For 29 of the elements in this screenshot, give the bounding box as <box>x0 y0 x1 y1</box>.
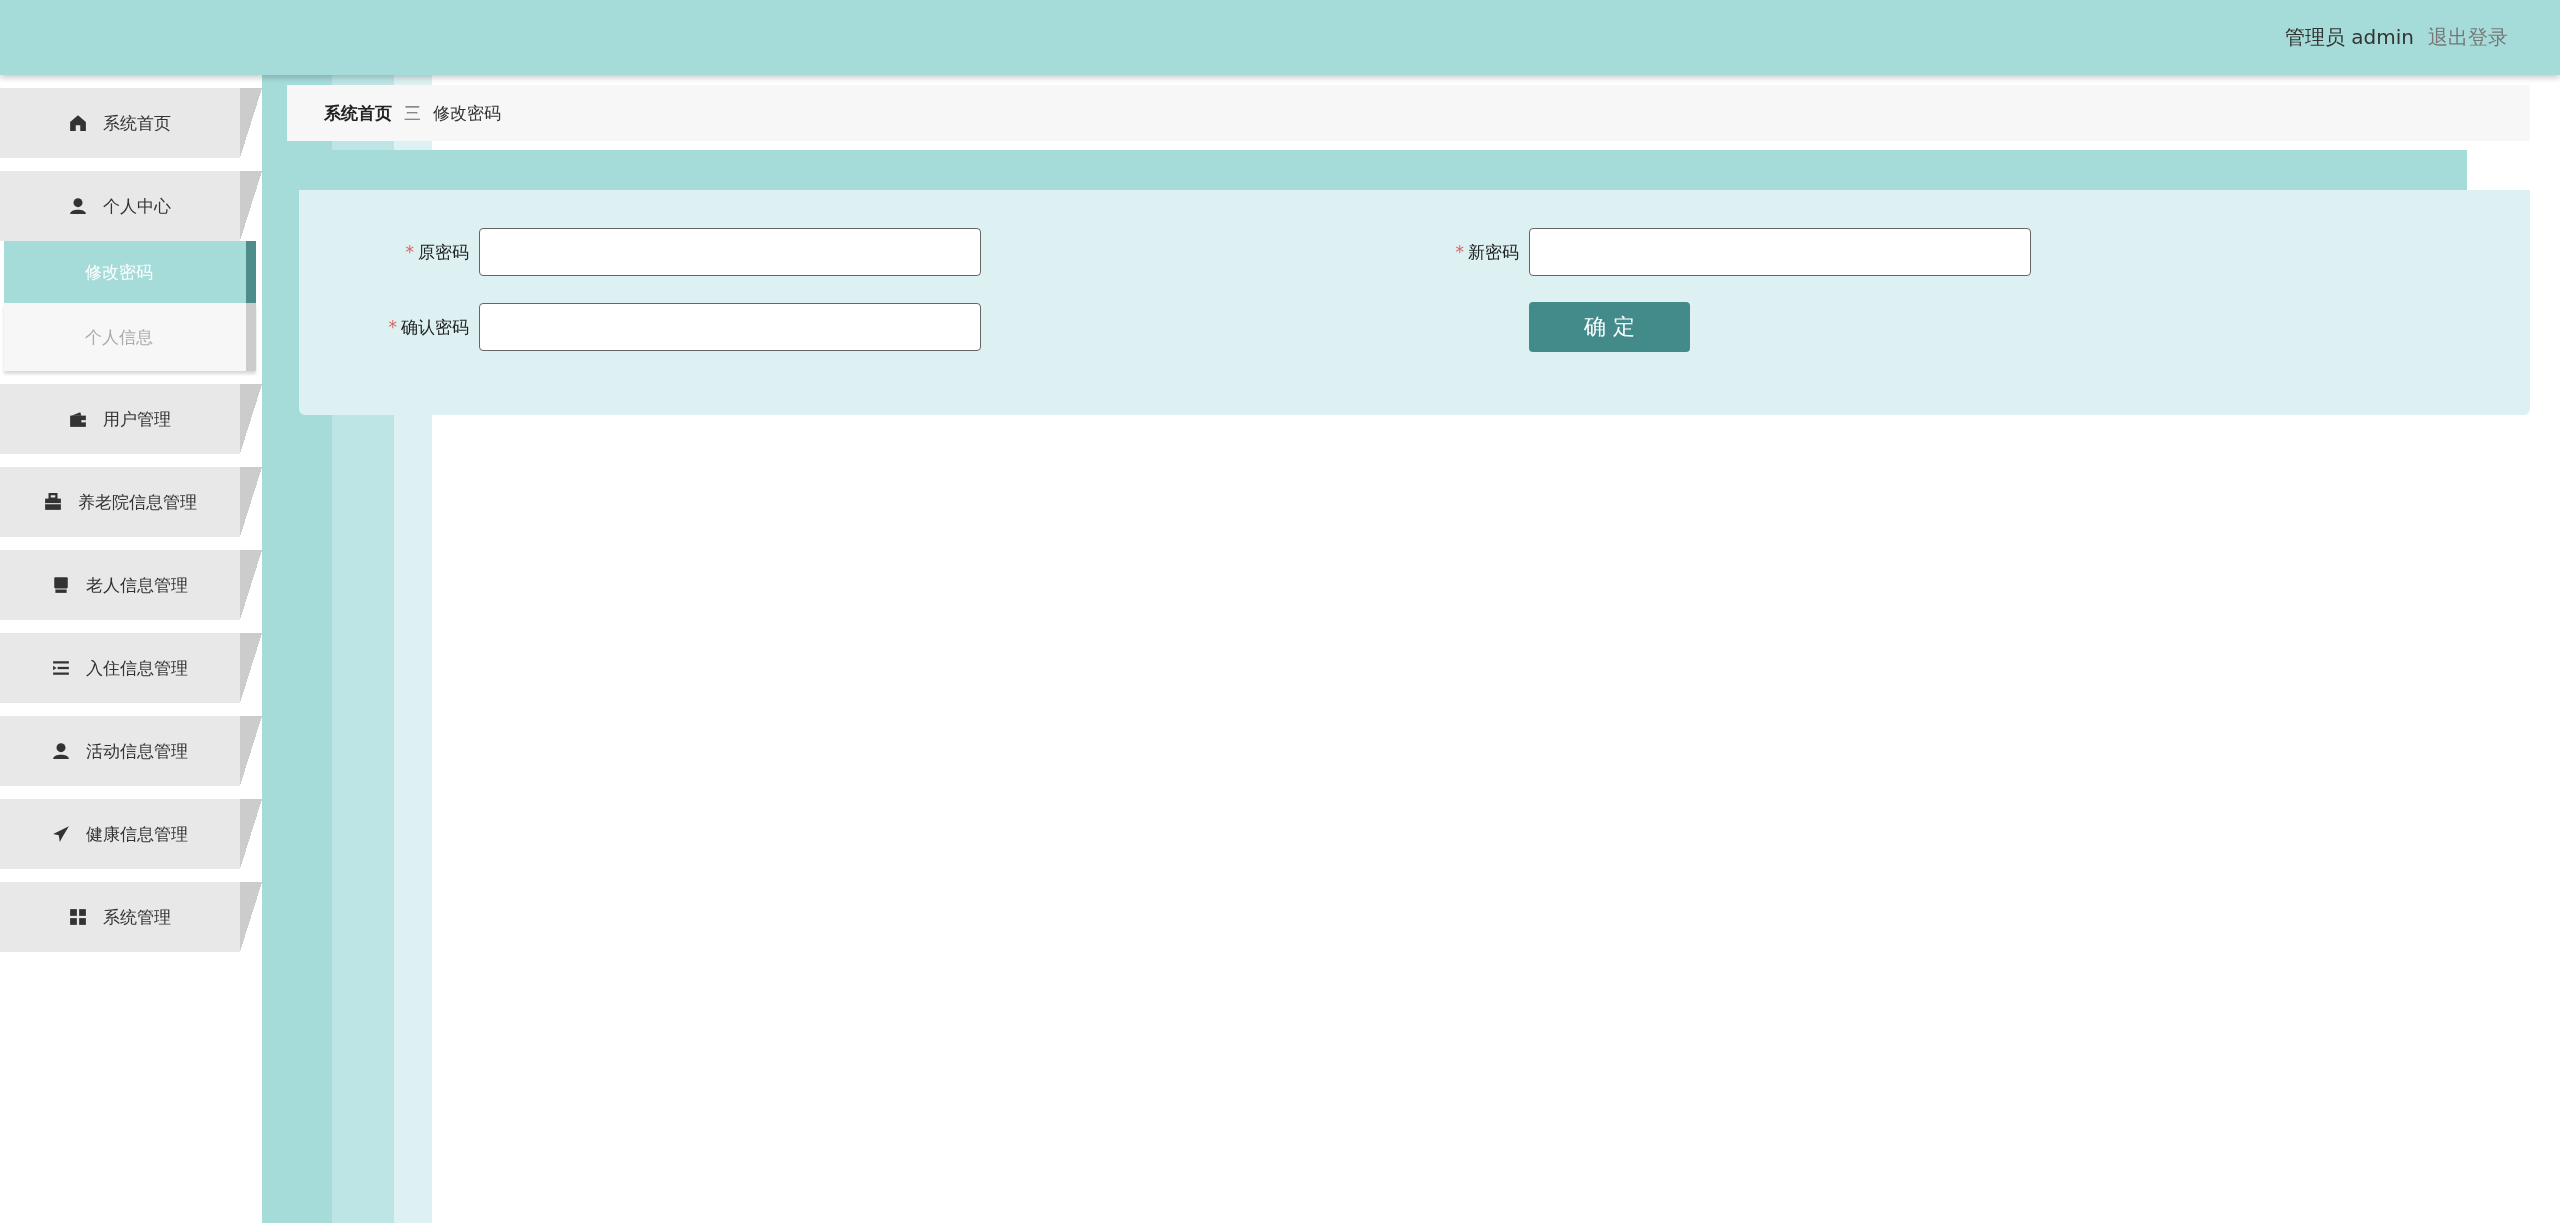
confirm-button[interactable]: 确 定 <box>1529 302 1690 352</box>
sidebar-item[interactable]: 养老院信息管理 <box>0 467 262 537</box>
wallet-icon <box>69 410 87 428</box>
user-icon <box>69 197 87 215</box>
breadcrumb-item: 修改密码 <box>433 101 501 125</box>
password-field[interactable] <box>1529 228 2031 276</box>
sidebar-item[interactable]: 老人信息管理 <box>0 550 262 620</box>
store-icon <box>52 576 70 594</box>
paper-plane-icon <box>52 825 70 843</box>
password-field[interactable] <box>479 228 981 276</box>
user-icon <box>52 742 70 760</box>
sidebar-item[interactable]: 系统管理 <box>0 882 262 952</box>
briefcase-icon <box>43 493 62 511</box>
sidebar-item[interactable]: 健康信息管理 <box>0 799 262 869</box>
sidebar-item[interactable]: 活动信息管理 <box>0 716 262 786</box>
breadcrumb-item[interactable]: 系统首页 <box>324 101 392 125</box>
sidebar-item[interactable]: 入住信息管理 <box>0 633 262 703</box>
sidebar-item[interactable]: 个人中心 <box>0 171 262 241</box>
password-field[interactable] <box>479 303 981 351</box>
sidebar-item[interactable]: 系统首页 <box>0 88 262 158</box>
breadcrumb-separator: 三 <box>404 101 421 125</box>
field-label: * 原密码 <box>404 240 470 264</box>
sidebar-item[interactable]: 用户管理 <box>0 384 262 454</box>
list-icon <box>52 659 70 677</box>
field-label: * 确认密码 <box>387 315 470 339</box>
grid-icon <box>69 908 87 926</box>
user-label: 管理员 admin <box>2284 24 2414 51</box>
home-icon <box>69 114 87 132</box>
field-label: * 新密码 <box>1454 240 1520 264</box>
